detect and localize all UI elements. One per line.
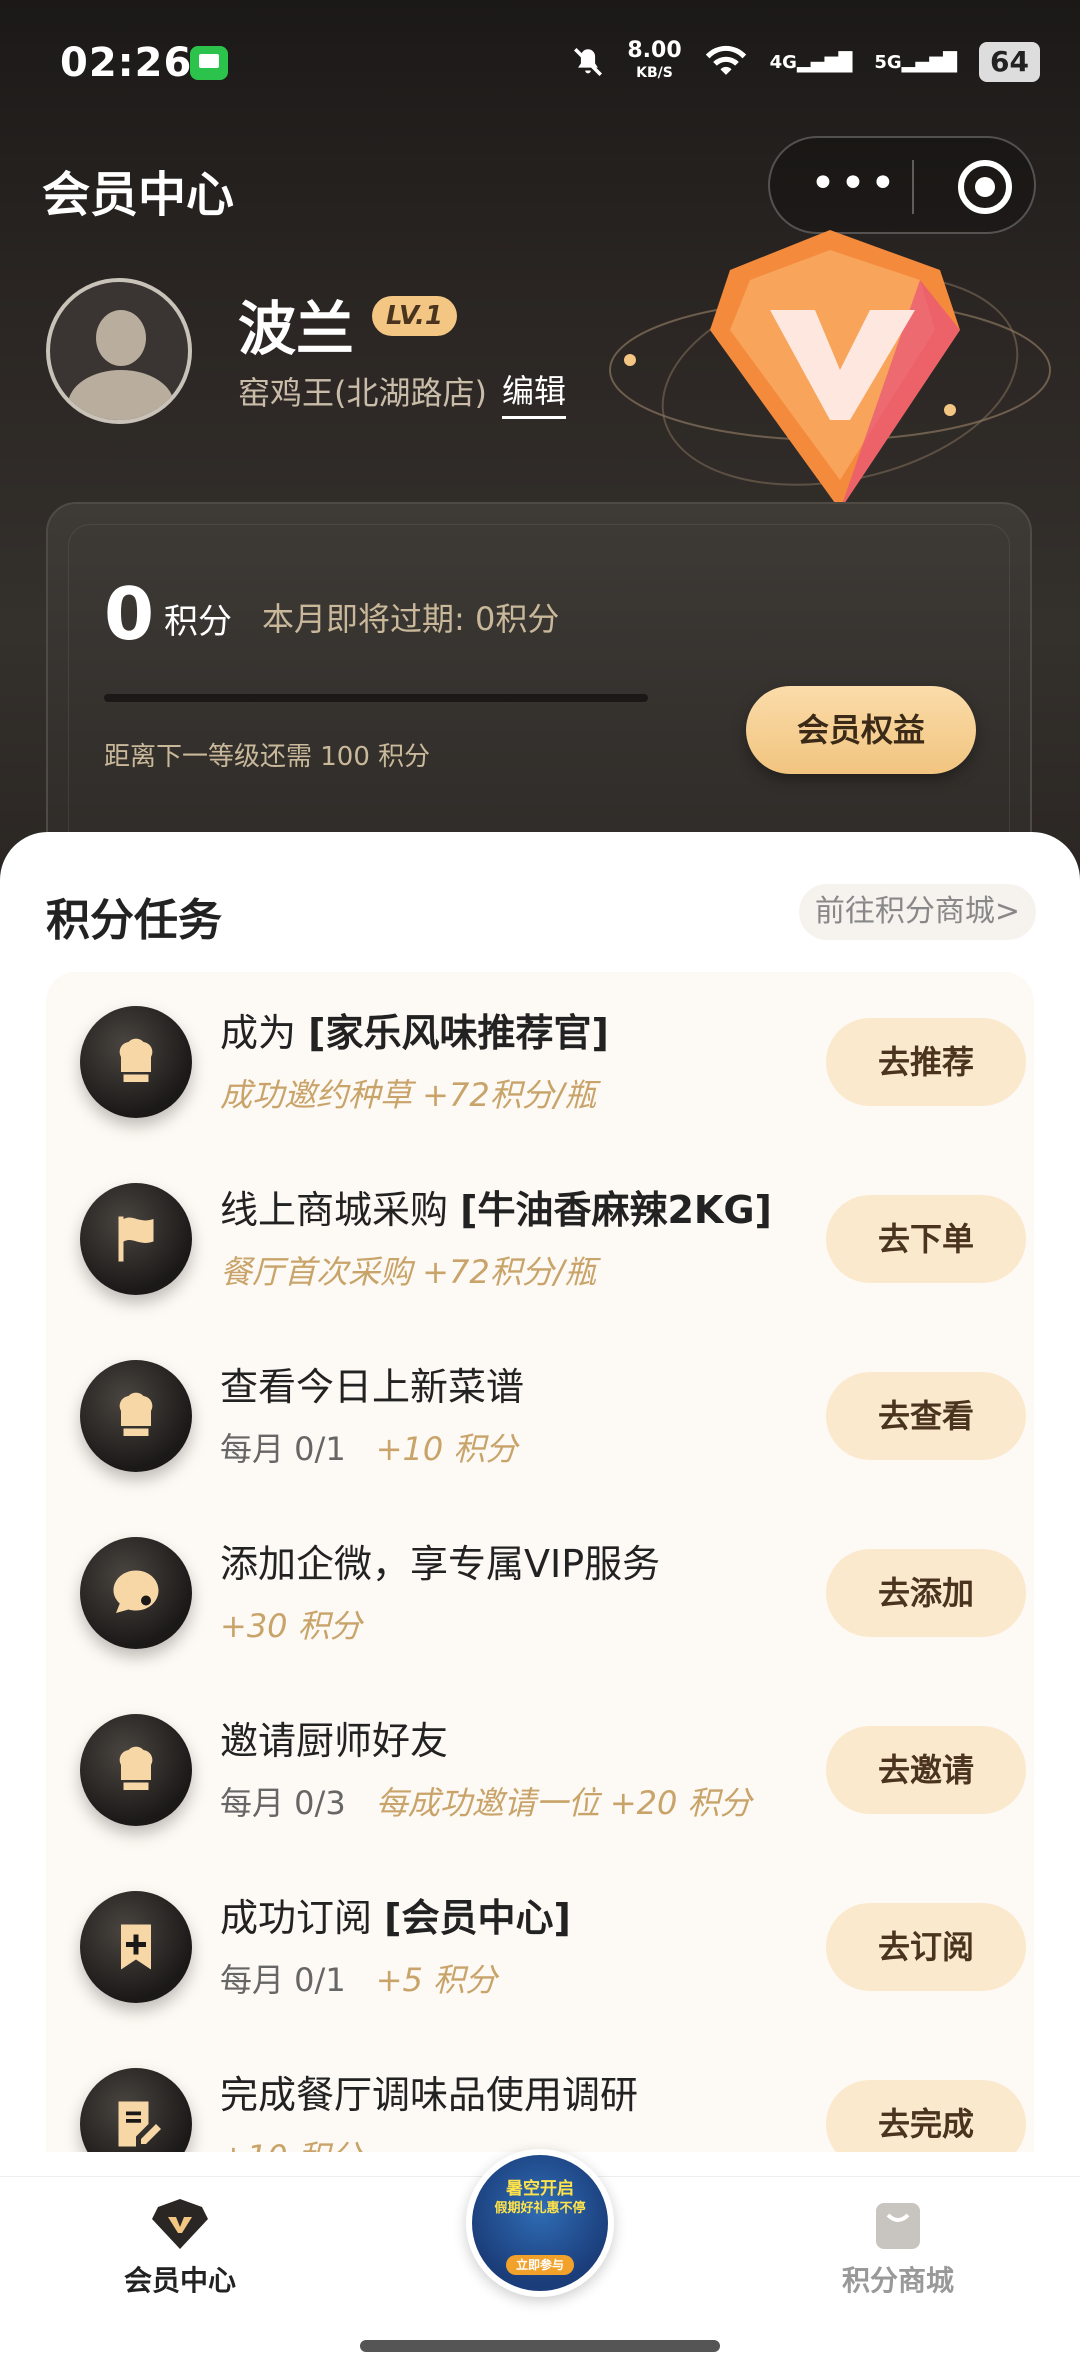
task-subtitle: +10 积分 — [220, 2132, 362, 2152]
promo-text: 暑空开启 假期好礼惠不停 — [494, 2179, 586, 2216]
task-row: 线上商城采购 [牛油香麻辣2KG] 餐厅首次采购 +72积分/瓶 去下单 — [46, 1149, 1034, 1326]
task-action-button[interactable]: 去订阅 — [826, 1903, 1026, 1991]
points-value: 0 — [104, 572, 155, 656]
task-title: 成为 [家乐风味推荐官] — [220, 1011, 609, 1055]
task-row: 成功订阅 [会员中心] 每月 0/1 +5 积分 去订阅 — [46, 1857, 1034, 2034]
task-action-button[interactable]: 去下单 — [826, 1195, 1026, 1283]
promo-banner[interactable]: 暑空开启 假期好礼惠不停 立即参与 — [466, 2149, 614, 2297]
signal-4g-icon: 4G▂▄▆█ — [769, 51, 853, 73]
shopping-bag-icon — [866, 2197, 930, 2251]
task-subtitle: 每月 0/3 每成功邀请一位 +20 积分 — [220, 1784, 752, 1822]
status-time: 02:26 — [60, 40, 193, 86]
promo-join-button[interactable]: 立即参与 — [506, 2255, 574, 2275]
page-title: 会员中心 — [42, 167, 235, 223]
battery-icon: 64 — [979, 42, 1040, 82]
avatar-body — [68, 370, 174, 420]
task-action-button[interactable]: 去添加 — [826, 1549, 1026, 1637]
network-speed: 8.00 KB/S — [627, 38, 682, 82]
task-subtitle: 餐厅首次采购 +72积分/瓶 — [220, 1253, 597, 1291]
task-row: 成为 [家乐风味推荐官] 成功邀约种草 +72积分/瓶 去推荐 — [46, 972, 1034, 1149]
task-title: 线上商城采购 [牛油香麻辣2KG] — [220, 1188, 772, 1232]
status-indicators: 8.00 KB/S 4G▂▄▆█ 5G▂▄▆█ 64 — [571, 40, 1040, 84]
task-subtitle: +30 积分 — [220, 1607, 362, 1645]
task-title: 完成餐厅调味品使用调研 — [220, 2073, 639, 2117]
next-level-text: 距离下一等级还需 100 积分 — [104, 742, 431, 772]
edit-link[interactable]: 编辑 — [502, 366, 567, 419]
store-name: 窑鸡王(北湖路店) — [238, 374, 487, 412]
user-name: 波兰 — [238, 295, 355, 363]
nav-points-mall[interactable]: 积分商城 — [798, 2197, 998, 2299]
chef-hat-icon — [80, 1360, 192, 1472]
vip-diamond-icon — [609, 230, 1051, 510]
signal-5g-icon: 5G▂▄▆█ — [874, 51, 958, 73]
home-indicator[interactable] — [360, 2340, 720, 2352]
task-title: 邀请厨师好友 — [220, 1719, 449, 1763]
points-expiring: 本月即将过期: 0积分 — [262, 600, 560, 638]
task-action-button[interactable]: 去查看 — [826, 1372, 1026, 1460]
nav-member-center[interactable]: 会员中心 — [80, 2197, 280, 2299]
task-action-button[interactable]: 去邀请 — [826, 1726, 1026, 1814]
task-row: 查看今日上新菜谱 每月 0/1 +10 积分 去查看 — [46, 1326, 1034, 1503]
task-title: 查看今日上新菜谱 — [220, 1365, 525, 1409]
status-bar: 02:26 8.00 KB/S 4G▂▄▆█ 5G▂▄▆█ 64 — [0, 0, 1080, 120]
message-app-icon — [190, 46, 228, 80]
nav-member-label: 会员中心 — [123, 2264, 236, 2297]
task-row: 邀请厨师好友 每月 0/3 每成功邀请一位 +20 积分 去邀请 — [46, 1680, 1034, 1857]
wifi-icon — [705, 45, 746, 75]
task-row: 添加企微，享专属VIP服务 +30 积分 去添加 — [46, 1503, 1034, 1680]
tasks-sheet: 积分任务 前往积分商城> 成为 [家乐风味推荐官] 成功邀约种草 +72积分/瓶… — [0, 832, 1080, 2376]
flag-icon — [80, 1183, 192, 1295]
avatar[interactable] — [46, 278, 192, 424]
diamond-icon — [148, 2197, 212, 2251]
survey-edit-icon — [80, 2068, 192, 2152]
task-action-button[interactable]: 去推荐 — [826, 1018, 1026, 1106]
task-row: 完成餐厅调味品使用调研 +10 积分 去完成 — [46, 2034, 1034, 2152]
task-subtitle: 每月 0/1 +10 积分 — [220, 1430, 518, 1468]
avatar-head — [96, 310, 146, 366]
task-list: 成为 [家乐风味推荐官] 成功邀约种草 +72积分/瓶 去推荐 线上商城采购 [… — [46, 972, 1034, 2152]
close-miniprogram-icon[interactable] — [958, 160, 1012, 214]
task-title: 成功订阅 [会员中心] — [220, 1896, 571, 1940]
chat-bubble-icon — [80, 1537, 192, 1649]
header-background: 02:26 8.00 KB/S 4G▂▄▆█ 5G▂▄▆█ 64 会员中心 •••… — [0, 0, 1080, 902]
more-options-icon[interactable]: ••• — [810, 162, 900, 206]
points-unit: 积分 — [164, 602, 232, 642]
chef-hat-icon — [80, 1006, 192, 1118]
capsule-divider — [912, 160, 914, 214]
mute-icon — [574, 47, 603, 77]
chef-hat-icon — [80, 1714, 192, 1826]
level-progress-bar — [104, 694, 648, 702]
go-to-mall-link[interactable]: 前往积分商城> — [798, 884, 1036, 940]
nav-mall-label: 积分商城 — [841, 2264, 954, 2297]
task-subtitle: 成功邀约种草 +72积分/瓶 — [220, 1076, 597, 1114]
member-benefits-button[interactable]: 会员权益 — [746, 686, 976, 774]
tasks-title: 积分任务 — [46, 895, 222, 946]
task-action-button[interactable]: 去完成 — [826, 2080, 1026, 2152]
task-subtitle: 每月 0/1 +5 积分 — [220, 1961, 498, 1999]
bookmark-plus-icon — [80, 1891, 192, 2003]
level-badge: LV.1 — [372, 296, 458, 336]
task-title: 添加企微，享专属VIP服务 — [220, 1542, 661, 1586]
